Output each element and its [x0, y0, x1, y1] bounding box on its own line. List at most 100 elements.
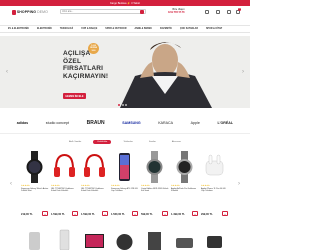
nav-item[interactable]: SPOR & OUTDOOR: [105, 28, 126, 30]
cart-icon[interactable]: +: [102, 211, 108, 216]
product-card[interactable]: [20, 226, 49, 250]
tab-phones[interactable]: Telefonlar: [119, 140, 136, 144]
rating-stars: ★★★★★: [21, 185, 30, 187]
brand-strip: adidas studio concept BRAUN SAMSUNG KARA…: [0, 112, 250, 134]
search-button[interactable]: [140, 9, 144, 14]
heart-icon[interactable]: [216, 10, 220, 14]
cart-icon[interactable]: +: [72, 211, 78, 216]
brand-logo[interactable]: Apple: [191, 121, 200, 125]
product-card[interactable]: ★★★★★ JBL T750BTNC Kablosuz Kulak Üstü K…: [80, 150, 109, 222]
product-card[interactable]: ★★★★★ Samsung Galaxy Watch Active 2 Akıl…: [20, 150, 49, 222]
rating-stars: ★★★★★: [51, 185, 60, 187]
tab-watches[interactable]: Saatler: [145, 140, 160, 144]
product-name[interactable]: JBL T750BTNC Kablosuz Kulak Üstü Kulaklı…: [81, 188, 109, 193]
wristwatch-image: [176, 151, 193, 183]
kettle-image: [29, 232, 40, 250]
blender-image: [59, 229, 70, 250]
product-card[interactable]: [200, 226, 229, 250]
product-name[interactable]: Samsung Galaxy Watch Active 2 Akıllı Saa…: [21, 188, 49, 193]
chevron-left-icon[interactable]: ‹: [4, 68, 10, 76]
cart-icon[interactable]: +: [162, 211, 168, 216]
cookware-image: [176, 238, 193, 248]
product-name[interactable]: Apple AirPods Pro Kablosuz Kulaklık: [171, 188, 199, 193]
nav-item[interactable]: EV & ELEKTRONİK: [8, 28, 29, 30]
logo-suffix: DEMO: [37, 10, 48, 14]
user-icon[interactable]: [205, 10, 209, 14]
product-card[interactable]: [50, 226, 79, 250]
brand-logo[interactable]: SAMSUNG: [122, 121, 140, 125]
product-price: 299,00 TL: [201, 213, 213, 216]
carousel-dots: [118, 104, 127, 106]
headphones-image: [84, 153, 105, 177]
nav-item[interactable]: ELEKTRONİK: [37, 28, 52, 30]
nav-item[interactable]: KOZMETİK: [160, 28, 172, 30]
product-name[interactable]: Samsung Galaxy A70 128 GB Cep Telefonu: [111, 188, 139, 193]
robot-vacuum-image: [116, 234, 133, 250]
rating-stars: ★★★★★: [81, 185, 90, 187]
tab-smart-watches[interactable]: Akıllı Saatler: [65, 140, 85, 144]
rating-stars: ★★★★★: [201, 185, 210, 187]
product-card[interactable]: [80, 226, 109, 250]
earbuds-image: [205, 154, 224, 176]
carousel-dot[interactable]: [125, 104, 127, 106]
wristwatch-image: [146, 151, 163, 183]
site-logo[interactable]: SHOPPING DEMO: [12, 9, 48, 15]
nav-item[interactable]: TEKNOLOJİ: [60, 28, 73, 30]
search-bar: [60, 9, 146, 14]
product-price: 1.599,00 TL: [51, 213, 65, 216]
product-card[interactable]: ★★★★★ JBL T750BTNC Kablosuz Kulak Üstü K…: [50, 150, 79, 222]
product-name[interactable]: Apple iPhone 11 Pro 64 GB Cep Telefonu: [201, 188, 229, 193]
tab-accessories[interactable]: Aksesuar: [168, 140, 185, 144]
carousel-dot[interactable]: [118, 104, 120, 106]
compare-icon[interactable]: [227, 10, 231, 14]
tab-headphones[interactable]: Kulaklıklar: [93, 140, 112, 144]
search-input[interactable]: [62, 10, 140, 13]
hero-title-line: KAÇIRMAYIN!: [63, 72, 109, 80]
product-card[interactable]: ★★★★★ Apple iPhone 11 Pro 64 GB Cep Tele…: [200, 150, 229, 222]
product-card[interactable]: ★★★★★ Samsung Galaxy A70 128 GB Cep Tele…: [110, 150, 139, 222]
nav-item[interactable]: YAPI & BAHÇE: [81, 28, 97, 30]
brand-logo[interactable]: KARACA: [158, 121, 173, 125]
cart-icon[interactable]: +: [132, 211, 138, 216]
brand-logo[interactable]: studio concept: [46, 121, 69, 125]
chevron-left-icon[interactable]: ‹: [8, 180, 14, 188]
cart-icon[interactable]: +: [42, 211, 48, 216]
product-card[interactable]: [140, 226, 169, 250]
product-name[interactable]: JBL T750BTNC Kablosuz Kulak Üstü Kulaklı…: [51, 188, 79, 193]
chevron-right-icon[interactable]: ›: [236, 180, 242, 188]
phone-image: [119, 153, 130, 181]
phone-number: 0212 555 55 55: [168, 11, 185, 14]
rating-stars: ★★★★★: [141, 185, 150, 187]
hero-title-line: AÇILIŞA: [63, 50, 91, 57]
cart-icon[interactable]: +: [192, 211, 198, 216]
hero-cta-button[interactable]: HEMEN İNCELE: [63, 93, 86, 99]
chevron-right-icon[interactable]: ›: [240, 68, 246, 76]
product-card[interactable]: [170, 226, 199, 250]
product-price: 599,00 TL: [141, 213, 153, 216]
brand-logo[interactable]: BRAUN: [87, 120, 105, 126]
product-name[interactable]: Casio Edifice EFR-556D Erkek Kol Saati: [141, 188, 169, 193]
coffee-machine-image: [148, 232, 161, 250]
product-price: 1.599,00 TL: [81, 213, 95, 216]
pot-image: [207, 236, 222, 248]
promo-text: Kargo Bedava ⚡ 3 Taksit: [110, 1, 140, 5]
brand-logo[interactable]: adidas: [17, 121, 28, 125]
hero-title-line: ÖZEL: [63, 57, 82, 65]
hero-title: AÇILIŞA ÖZEL FIRSATLARI KAÇIRMAYIN!: [63, 50, 143, 80]
contact-info: Bize Ulaşın 0212 555 55 55: [168, 8, 185, 14]
logo-text: SHOPPING: [16, 10, 37, 14]
nav-item[interactable]: ANNE & BEBEK: [134, 28, 151, 30]
cart-icon[interactable]: +: [222, 211, 228, 216]
nav-item[interactable]: SPOR & KİTAP: [206, 28, 222, 30]
hero-title-line: FIRSATLARI: [63, 65, 104, 72]
brand-logo[interactable]: L'ORÉAL: [217, 121, 233, 125]
nav-item[interactable]: ÇOK SATANLAR: [180, 28, 198, 30]
product-card[interactable]: ★★★★★ Casio Edifice EFR-556D Erkek Kol S…: [140, 150, 169, 222]
carousel-dot[interactable]: [121, 104, 124, 106]
cart-count-badge: 2: [238, 8, 241, 11]
product-card[interactable]: ★★★★★ Apple AirPods Pro Kablosuz Kulaklı…: [170, 150, 199, 222]
product-card[interactable]: [110, 226, 139, 250]
main-nav: EV & ELEKTRONİK ELEKTRONİK TEKNOLOJİ YAP…: [0, 25, 250, 33]
product-price: 1.499,00 TL: [171, 213, 185, 216]
product-list-row-2: [20, 226, 230, 250]
